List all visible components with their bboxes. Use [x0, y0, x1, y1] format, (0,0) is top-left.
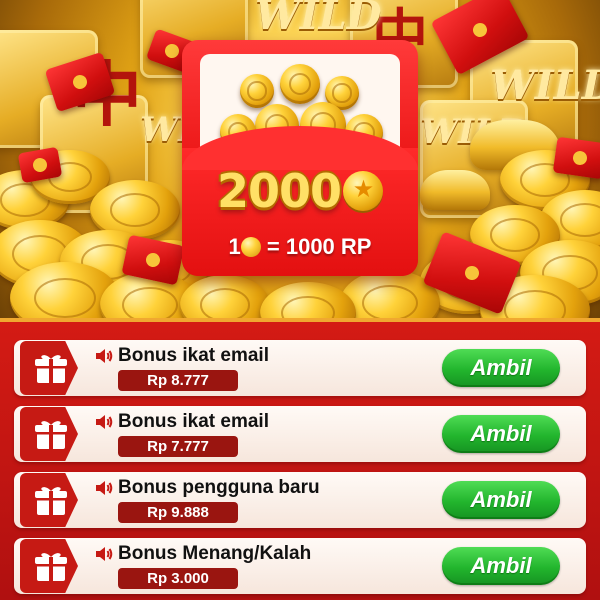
list-item: Bonus Menang/Kalah Rp 3.000 Ambil	[14, 538, 586, 594]
speaker-icon	[96, 415, 113, 429]
bonus-list: Bonus ikat email Rp 8.777 Ambil Bonus ik…	[0, 318, 600, 600]
bonus-amount: Rp 8.777	[118, 370, 238, 391]
list-item: Bonus pengguna baru Rp 9.888 Ambil	[14, 472, 586, 528]
star-icon: ★	[352, 175, 375, 203]
gold-coin-icon: ★	[343, 171, 384, 211]
reward-amount: 2000 ★	[182, 164, 418, 218]
exchange-rate: 1 = 1000 RP	[182, 234, 418, 260]
list-item: Bonus ikat email Rp 7.777 Ambil	[14, 406, 586, 462]
bonus-title: Bonus ikat email	[118, 411, 269, 432]
gift-icon	[35, 355, 67, 383]
wild-symbol: WILD	[255, 0, 382, 39]
bonus-title: Bonus Menang/Kalah	[118, 543, 312, 564]
gift-icon	[35, 421, 67, 449]
bonus-amount: Rp 7.777	[118, 436, 238, 457]
gold-coin-icon	[240, 237, 261, 257]
reward-amount-value: 2000	[216, 164, 342, 218]
ambil-button[interactable]: Ambil	[442, 547, 560, 585]
promo-banner: 中 中 WILD WILD WILD WILD	[0, 0, 600, 318]
reward-envelope: 2000 ★ 1 = 1000 RP	[182, 40, 418, 276]
speaker-icon	[96, 481, 113, 495]
ambil-button[interactable]: Ambil	[442, 415, 560, 453]
gift-icon	[35, 487, 67, 515]
gold-coin-icon	[260, 282, 356, 318]
speaker-icon	[96, 349, 113, 363]
bonus-title: Bonus pengguna baru	[118, 477, 320, 498]
rate-right: = 1000 RP	[266, 234, 372, 259]
red-envelope-icon	[552, 136, 600, 180]
bonus-title: Bonus ikat email	[118, 345, 269, 366]
gold-ingot	[420, 170, 490, 210]
ambil-button[interactable]: Ambil	[442, 481, 560, 519]
gold-coin-icon	[280, 64, 320, 104]
wild-symbol: WILD	[490, 62, 600, 109]
gold-coin-icon	[240, 74, 274, 108]
gift-icon	[35, 553, 67, 581]
speaker-icon	[96, 547, 113, 561]
bonus-amount: Rp 9.888	[118, 502, 238, 523]
ambil-button[interactable]: Ambil	[442, 349, 560, 387]
list-item: Bonus ikat email Rp 8.777 Ambil	[14, 340, 586, 396]
rate-left: 1	[228, 234, 241, 259]
bonus-amount: Rp 3.000	[118, 568, 238, 589]
